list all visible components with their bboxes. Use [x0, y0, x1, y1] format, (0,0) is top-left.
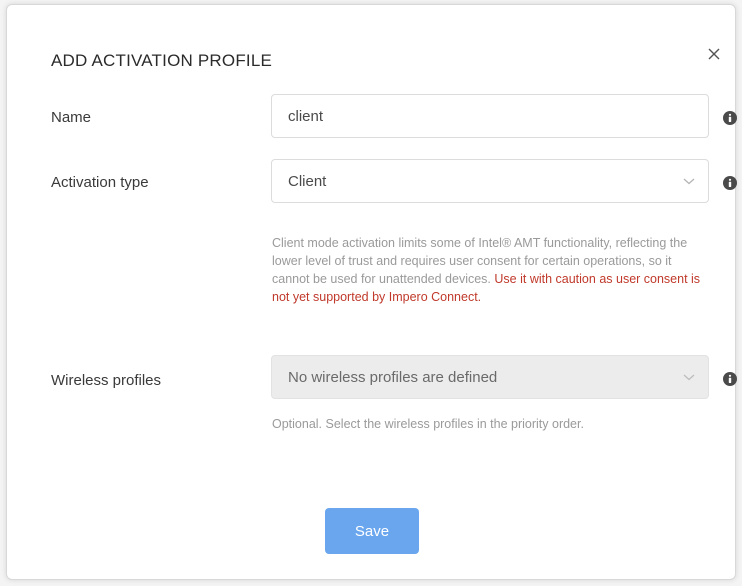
chevron-down-icon	[683, 374, 695, 381]
wireless-profiles-value: No wireless profiles are defined	[288, 368, 498, 386]
add-activation-profile-dialog: ADD ACTIVATION PROFILE Name Activation t…	[6, 4, 737, 580]
wireless-profiles-select[interactable]: No wireless profiles are defined	[271, 355, 709, 399]
name-input[interactable]	[288, 107, 708, 125]
close-icon[interactable]	[703, 43, 725, 65]
activation-type-value: Client	[288, 172, 327, 190]
activation-type-select[interactable]: Client	[271, 159, 709, 203]
chevron-down-icon	[683, 178, 695, 185]
activation-type-help: Client mode activation limits some of In…	[272, 234, 712, 306]
name-label: Name	[51, 109, 92, 126]
info-icon[interactable]	[723, 372, 737, 386]
activation-type-label: Activation type	[51, 174, 149, 191]
info-icon[interactable]	[723, 176, 737, 190]
wireless-profiles-label: Wireless profiles	[51, 372, 162, 389]
save-button[interactable]: Save	[325, 508, 419, 554]
name-field[interactable]	[271, 94, 709, 138]
info-icon[interactable]	[723, 111, 737, 125]
dialog-title: ADD ACTIVATION PROFILE	[51, 51, 273, 70]
wireless-profiles-help: Optional. Select the wireless profiles i…	[272, 417, 584, 431]
